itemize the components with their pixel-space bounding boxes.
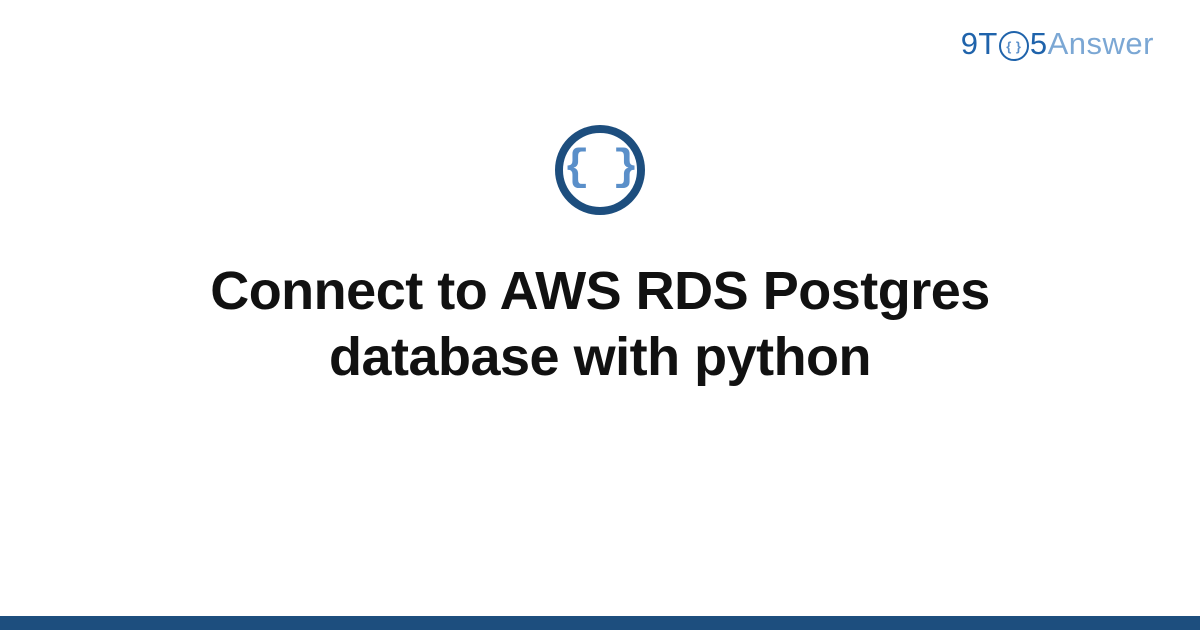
hero-section: { } Connect to AWS RDS Postgres database… (0, 125, 1200, 391)
brand-text-5: 5 (1030, 26, 1048, 62)
page-title: Connect to AWS RDS Postgres database wit… (100, 259, 1100, 391)
footer-accent-bar (0, 616, 1200, 630)
code-braces-icon: { } (555, 125, 645, 215)
site-brand[interactable]: 9T { } 5 Answer (961, 26, 1154, 62)
badge-glyph: { } (563, 143, 636, 193)
brand-braces-icon: { } (999, 31, 1029, 61)
brand-text-answer: Answer (1048, 26, 1154, 62)
brand-text-9t: 9T (961, 26, 998, 62)
